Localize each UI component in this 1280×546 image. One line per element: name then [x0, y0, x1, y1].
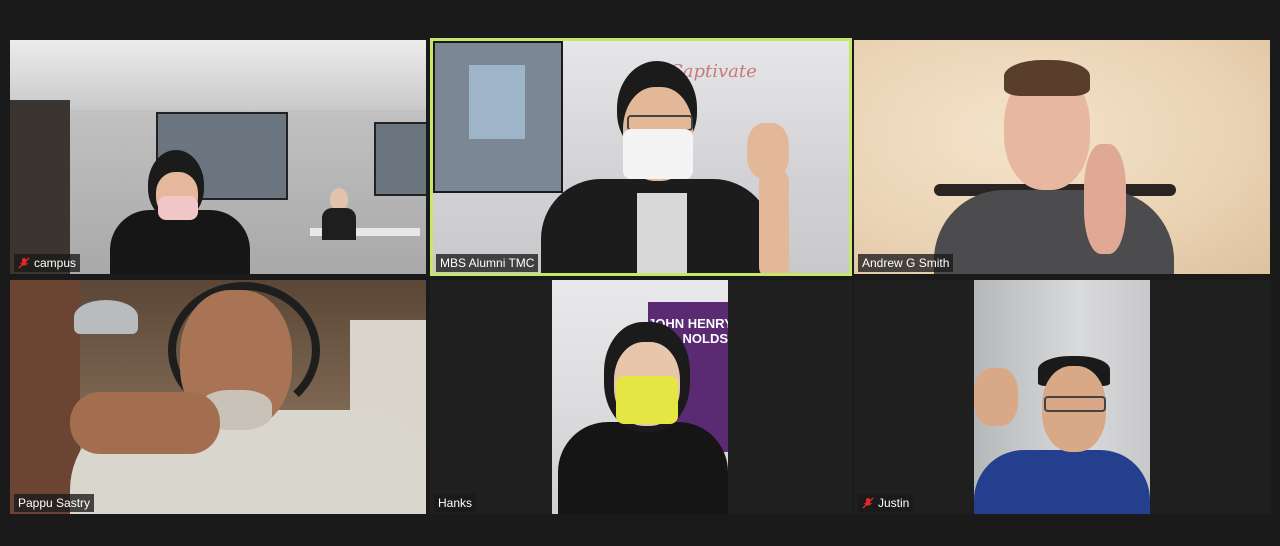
video-feed [854, 40, 1270, 274]
person-speaker [541, 61, 821, 273]
participant-name: Justin [878, 496, 910, 510]
participant-name: Andrew G Smith [862, 256, 950, 270]
hands [1084, 144, 1126, 254]
person-justin [974, 340, 1150, 514]
participant-name: MBS Alumni TMC [440, 256, 535, 270]
shirt-stripe [637, 193, 687, 273]
person-hanks [558, 320, 728, 514]
participant-name: campus [34, 256, 77, 270]
video-feed: JOHN HENRY NOLDS [552, 280, 728, 514]
mic-muted-icon [18, 257, 30, 269]
video-tile-andrew-g-smith[interactable]: Andrew G Smith [854, 40, 1270, 274]
video-tile-pappu-sastry[interactable]: Pappu Sastry [10, 280, 426, 514]
nameplate: MBS Alumni TMC [436, 254, 539, 272]
video-feed [10, 40, 426, 274]
pointing-hand [70, 392, 220, 454]
nameplate: Justin [858, 494, 914, 512]
raised-arm [759, 169, 789, 273]
participant-name: Pappu Sastry [18, 496, 91, 510]
projector-screen [374, 122, 426, 196]
person-seated [320, 188, 360, 268]
video-tile-campus[interactable]: campus [10, 40, 426, 274]
video-tile-mbs-alumni-tmc[interactable]: Captivate MBS Alumni TMC [430, 38, 852, 276]
wall-dark [10, 100, 70, 274]
mic-muted-icon [862, 497, 874, 509]
video-tile-hanks[interactable]: JOHN HENRY NOLDS Hanks [430, 280, 852, 514]
body [322, 208, 356, 240]
nameplate: Hanks [434, 494, 477, 512]
video-tile-justin[interactable]: Justin [854, 280, 1270, 514]
white-mask [623, 129, 693, 179]
video-feed [10, 280, 426, 514]
monitor-inner-video [469, 65, 525, 139]
person-presenter [100, 150, 250, 274]
nameplate: Andrew G Smith [858, 254, 954, 272]
hair [1004, 60, 1090, 96]
pointing-hand [974, 368, 1018, 426]
glasses [1044, 396, 1106, 412]
person-pappu [40, 280, 426, 514]
ceiling [10, 40, 426, 110]
pink-mask [158, 196, 198, 220]
video-feed: Captivate [433, 41, 849, 273]
nameplate: Pappu Sastry [14, 494, 95, 512]
person-andrew [934, 60, 1174, 274]
body [558, 422, 728, 514]
yellow-mask [616, 376, 678, 424]
head [330, 188, 348, 210]
video-feed [974, 280, 1150, 514]
participant-name: Hanks [438, 496, 473, 510]
nameplate: campus [14, 254, 81, 272]
body [934, 190, 1174, 274]
body [974, 450, 1150, 514]
